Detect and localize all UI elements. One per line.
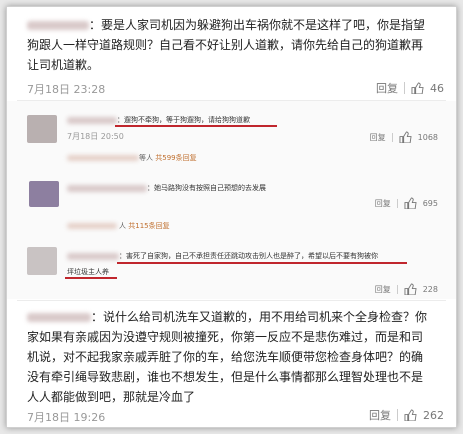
divider — [397, 409, 398, 421]
sub-reply-summary[interactable]: 人 共115条回复 — [119, 221, 170, 231]
highlight-underline — [117, 262, 407, 264]
sub-reply-avatars-blurred — [67, 223, 117, 229]
comment-time: 7月18日 20:50 — [67, 132, 124, 141]
comment-actions: 回复 262 — [369, 407, 444, 423]
comment-text-line: ：说什么给司机洗车又道歉的，用不用给司机来个全身检查？你 — [91, 310, 428, 324]
comment-item: ：要是人家司机因为躲避狗出车祸你就不是这样了吧，你是指望 狗跟人一样守道路规则？… — [7, 7, 456, 99]
comment-actions: 回复 228 — [375, 283, 438, 295]
comment-actions: 回复 46 — [376, 80, 444, 96]
highlight-underline — [115, 125, 277, 127]
username-blurred[interactable] — [67, 253, 119, 260]
comment-text-line: 机说，对不起我家亲戚弄脏了你的车，给您洗车顺便带您检查身体吧？的确 — [27, 350, 424, 364]
comment-item: ：遛狗不牵狗，等于狗遛狗，请给狗狗道歉 7月18日 20:50 回复 1068 … — [7, 101, 456, 175]
comment-time: 7月18日 23:28 — [27, 83, 106, 96]
comment-actions: 回复 695 — [375, 197, 438, 209]
reply-button[interactable]: 回复 — [376, 80, 398, 96]
sub-reply-summary[interactable]: 等人 共599条回复 — [139, 153, 197, 163]
reply-button[interactable]: 回复 — [370, 132, 386, 143]
comment-text-line: ：要是人家司机因为躲避狗出车祸你就不是这样了吧，你是指望 — [89, 18, 426, 32]
like-count: 695 — [422, 198, 438, 208]
comment-list: ：要是人家司机因为躲避狗出车祸你就不是这样了吧，你是指望 狗跟人一样守道路规则？… — [6, 6, 457, 428]
comment-item: ：害死了自家狗，自己不承担责任还跳动攻击别人也是醉了，希望以后不要有狗被你 坪垃… — [7, 237, 456, 299]
divider — [404, 82, 405, 94]
reply-button[interactable]: 回复 — [375, 198, 391, 209]
sub-reply-avatars-blurred — [67, 155, 139, 161]
comment-time: 7月18日 19:26 — [27, 411, 106, 424]
thumbs-up-icon[interactable] — [404, 409, 417, 421]
avatar[interactable] — [29, 181, 59, 207]
reply-button[interactable]: 回复 — [375, 284, 391, 295]
username-blurred[interactable] — [67, 117, 117, 124]
comment-text-line: ：害死了自家狗，自己不承担责任还跳动攻击别人也是醉了，希望以后不要有狗被你 — [119, 252, 378, 260]
divider — [396, 198, 398, 208]
like-count: 228 — [422, 284, 438, 294]
thumbs-up-icon[interactable] — [404, 197, 417, 209]
username-blurred[interactable] — [67, 185, 147, 192]
thumbs-up-icon[interactable] — [404, 283, 417, 295]
like-count: 46 — [430, 81, 444, 95]
comment-text-line: 让司机道歉。 — [27, 58, 100, 72]
like-count: 1068 — [417, 132, 438, 142]
username-blurred[interactable] — [27, 313, 91, 322]
divider — [391, 132, 393, 142]
comment-text: ：遛狗不牵狗，等于狗遛狗，请给狗狗道歉 — [117, 116, 250, 124]
thumbs-up-icon[interactable] — [411, 82, 424, 94]
comment-text-line: 人人都能做到吧，那就是冷血了 — [27, 390, 196, 404]
avatar[interactable] — [27, 247, 57, 275]
comment-actions: 回复 1068 — [370, 131, 438, 143]
username-blurred[interactable] — [27, 21, 89, 30]
reply-button[interactable]: 回复 — [369, 407, 391, 423]
comment-text: ：她马路狗没有按照自己预想的去发展 — [147, 184, 266, 192]
avatar[interactable] — [27, 115, 57, 143]
comment-item: ：说什么给司机洗车又道歉的，用不用给司机来个全身检查？你 家如果有亲戚因为没遵守… — [7, 301, 456, 427]
like-count: 262 — [423, 408, 444, 422]
comment-text-line: 家如果有亲戚因为没遵守规则被撞死，你第一反应不是悲伤难过，而是和司 — [27, 330, 424, 344]
comment-item: ：她马路狗没有按照自己预想的去发展 回复 695 人 共115条回复 — [7, 175, 456, 237]
comment-text-line: 没有牵引绳导致悲剧，谁也不想发生，但是什么事情都那么理智处理也不是 — [27, 370, 424, 384]
divider — [396, 284, 398, 294]
comment-text-line: 狗跟人一样守道路规则？自己看不好让别人道歉，请你先给自己的狗道歉再 — [27, 38, 424, 52]
comment-text-line: 坪垃圾主人养 — [67, 268, 109, 276]
thumbs-up-icon[interactable] — [399, 131, 412, 143]
highlight-underline — [65, 277, 117, 279]
